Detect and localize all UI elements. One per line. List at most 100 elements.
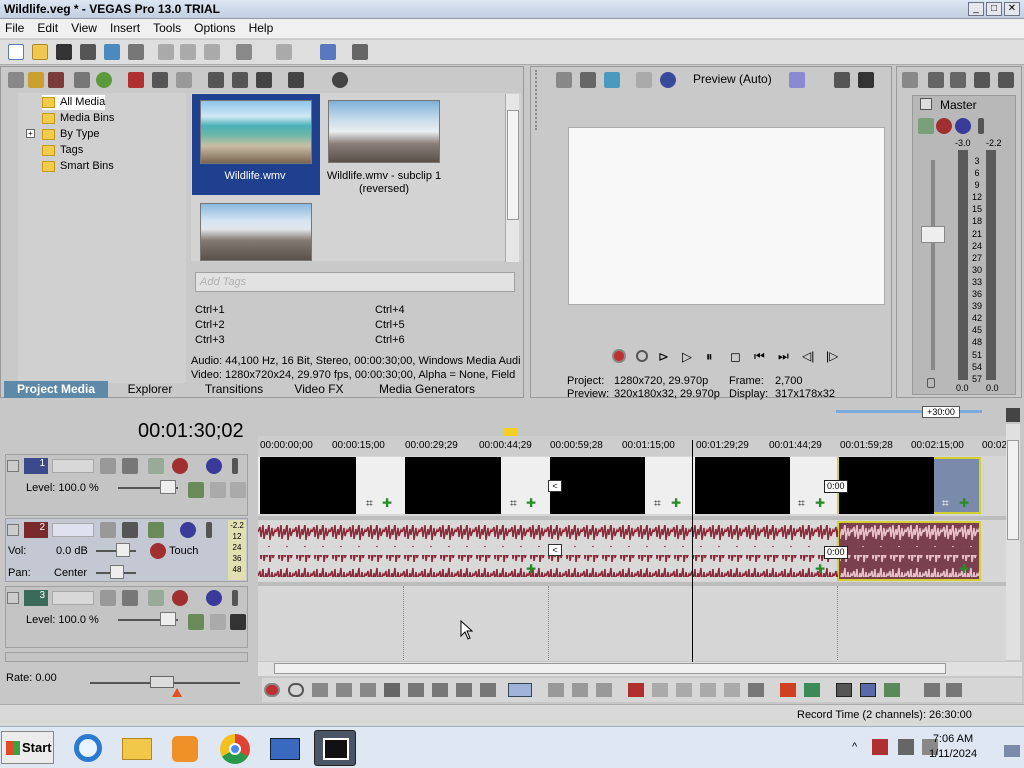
loop-icon[interactable] <box>288 683 304 697</box>
open-icon[interactable] <box>32 44 48 60</box>
master-fader[interactable] <box>921 226 945 243</box>
clip-fx-icon[interactable]: ✚ <box>382 496 392 510</box>
panel-grip[interactable] <box>535 70 547 130</box>
dim-output-icon[interactable] <box>974 72 990 88</box>
crop-icon[interactable]: ⌗ <box>654 496 661 511</box>
scroll-thumb[interactable] <box>1007 440 1019 540</box>
timeline-horizontal-scrollbar[interactable] <box>258 662 1022 676</box>
automation-mode-label[interactable]: Touch <box>169 545 198 557</box>
playhead-cursor[interactable] <box>692 440 693 662</box>
ignore-event-grouping-icon[interactable] <box>884 683 900 697</box>
menu-file[interactable]: File <box>0 19 29 35</box>
track-fx-icon[interactable] <box>122 590 138 606</box>
menu-options[interactable]: Options <box>189 19 240 35</box>
render-icon[interactable] <box>104 44 120 60</box>
tree-item-tags[interactable]: Tags <box>42 143 83 158</box>
pause-icon[interactable]: ⏸ <box>706 349 713 365</box>
expand-keyframes-icon[interactable] <box>230 482 246 498</box>
play-from-start-icon[interactable]: ⊳ <box>658 349 669 365</box>
lock-icon[interactable] <box>927 378 935 388</box>
compositing-mode-icon[interactable] <box>148 590 164 606</box>
tag-input[interactable]: Add Tags <box>195 272 515 292</box>
properties-icon[interactable] <box>152 72 168 88</box>
clip-fx-icon[interactable]: ✚ <box>815 496 825 510</box>
menu-help[interactable]: Help <box>244 19 279 35</box>
play-from-start-icon[interactable] <box>312 683 328 697</box>
mute-icon[interactable] <box>180 522 196 538</box>
volume-slider-thumb[interactable] <box>116 543 130 557</box>
go-to-start-icon[interactable]: ⏮ <box>754 349 765 364</box>
media-fx-icon[interactable] <box>176 72 192 88</box>
automation-icon[interactable] <box>188 614 204 630</box>
crop-icon[interactable]: ⌗ <box>798 496 805 511</box>
trim-start-icon[interactable] <box>676 683 692 697</box>
tab-video-fx[interactable]: Video FX <box>279 381 359 398</box>
transition-icon[interactable]: < <box>548 480 562 492</box>
pause-icon[interactable] <box>360 683 376 697</box>
play-icon[interactable]: ▷ <box>682 349 692 365</box>
play-icon[interactable] <box>336 683 352 697</box>
insert-marker-icon[interactable] <box>780 683 796 697</box>
lock-envelopes-icon[interactable] <box>860 683 876 697</box>
crop-icon[interactable]: ⌗ <box>942 496 949 511</box>
save-snapshot-icon[interactable] <box>858 72 874 88</box>
scroll-thumb[interactable] <box>274 663 946 674</box>
record-icon[interactable] <box>264 683 280 697</box>
fx-chain-icon[interactable] <box>936 118 952 134</box>
track-fx-icon[interactable] <box>122 458 138 474</box>
system-clock[interactable]: 7:06 AM 1/11/2024 <box>918 732 988 762</box>
split-icon[interactable] <box>724 683 740 697</box>
play-icon[interactable] <box>208 72 224 88</box>
insert-fx-icon[interactable] <box>918 118 934 134</box>
copy-icon[interactable] <box>180 44 196 60</box>
clip-fx-icon[interactable]: ✚ <box>526 496 536 510</box>
project-properties-icon[interactable] <box>580 72 596 88</box>
overlays-icon[interactable] <box>789 72 805 88</box>
expand-keyframes-icon[interactable] <box>230 614 246 630</box>
import-media-icon[interactable] <box>28 72 44 88</box>
scroll-thumb[interactable] <box>507 110 519 220</box>
mute-icon[interactable] <box>206 458 222 474</box>
zoom-bar[interactable] <box>836 410 982 413</box>
cut-icon[interactable] <box>158 44 174 60</box>
expand-icon[interactable]: + <box>26 129 35 138</box>
mixer-properties-icon[interactable] <box>928 72 944 88</box>
zoom-edit-tool-icon[interactable] <box>596 683 612 697</box>
loop-region-marker[interactable] <box>504 428 518 436</box>
save-icon[interactable] <box>56 44 72 60</box>
clip-fx-icon[interactable]: ✚ <box>959 496 969 510</box>
wildlife-thumbnail[interactable] <box>200 100 312 164</box>
tab-project-media[interactable]: Project Media <box>4 381 108 398</box>
tree-item-smart-bins[interactable]: Smart Bins <box>42 159 114 174</box>
new-icon[interactable] <box>8 44 24 60</box>
tab-media-generators[interactable]: Media Generators <box>362 381 492 398</box>
clip-fx-icon[interactable]: ✚ <box>815 562 825 576</box>
clip-fx-icon[interactable]: ✚ <box>526 562 536 576</box>
minimize-button[interactable]: _ <box>968 2 984 16</box>
go-to-start-icon[interactable] <box>408 683 424 697</box>
search-icon[interactable] <box>332 72 348 88</box>
tree-item-by-type[interactable]: By Type <box>42 127 100 142</box>
remove-icon[interactable] <box>128 72 144 88</box>
next-frame-icon[interactable]: |▷ <box>826 349 838 363</box>
tree-item-media-bins[interactable]: Media Bins <box>42 111 114 126</box>
close-icon[interactable] <box>8 72 24 88</box>
maximize-button[interactable]: □ <box>986 2 1002 16</box>
media-scrollbar[interactable] <box>505 94 519 262</box>
capture-icon[interactable] <box>48 72 64 88</box>
paste-icon[interactable] <box>204 44 220 60</box>
next-frame-icon[interactable] <box>480 683 496 697</box>
views-icon[interactable] <box>288 72 304 88</box>
delete-icon[interactable] <box>628 683 644 697</box>
mute-icon[interactable] <box>206 590 222 606</box>
previous-frame-icon[interactable]: ◁| <box>802 349 814 363</box>
downmix-icon[interactable] <box>950 72 966 88</box>
tab-explorer[interactable]: Explorer <box>108 381 192 398</box>
track-motion-icon[interactable] <box>100 590 116 606</box>
menu-insert[interactable]: Insert <box>105 19 145 35</box>
lock-icon[interactable] <box>748 683 764 697</box>
close-icon[interactable] <box>902 72 918 88</box>
track-invert-icon[interactable] <box>100 522 116 538</box>
start-button[interactable]: Start <box>1 731 54 764</box>
pan-slider-thumb[interactable] <box>110 565 124 579</box>
